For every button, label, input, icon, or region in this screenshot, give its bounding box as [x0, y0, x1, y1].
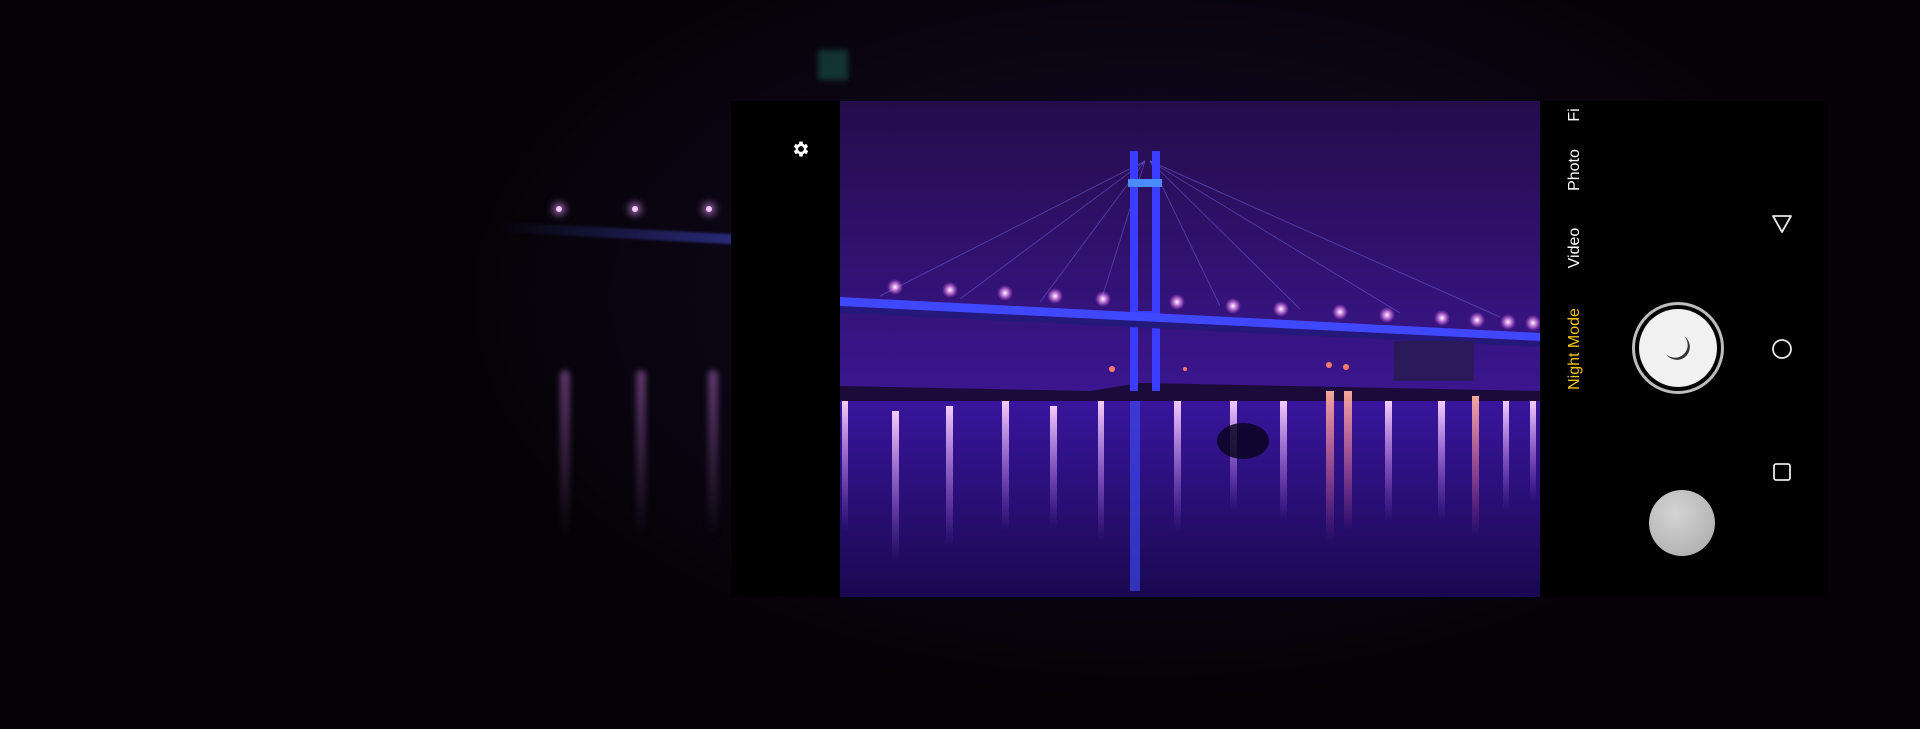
blurred-reflection: [636, 370, 646, 540]
recents-button[interactable]: [1767, 457, 1797, 487]
back-button[interactable]: [1767, 209, 1797, 239]
blurred-lamp: [706, 206, 712, 212]
camera-viewfinder[interactable]: [840, 101, 1540, 597]
gallery-thumbnail[interactable]: [1649, 490, 1715, 556]
blurred-lamp: [632, 206, 638, 212]
square-recents-icon: [1773, 463, 1791, 481]
mode-selector: Fi Photo Video Night Mode: [1540, 101, 1610, 597]
settings-button[interactable]: [789, 137, 813, 161]
blurred-lamp: [556, 206, 562, 212]
blurred-tower: [818, 50, 848, 80]
triangle-back-icon: [1772, 215, 1792, 233]
circle-home-icon: [1772, 339, 1792, 359]
shutter-button[interactable]: [1632, 302, 1724, 394]
mode-night[interactable]: Night Mode: [1566, 308, 1584, 390]
blurred-reflection: [708, 370, 718, 540]
top-control-bar: [731, 101, 840, 597]
gear-icon: [793, 141, 809, 157]
moon-icon: [1666, 336, 1690, 360]
shutter-face: [1639, 309, 1717, 387]
blurred-bridge: [499, 222, 760, 246]
scene-bridge-night: [840, 101, 1540, 597]
mode-partial[interactable]: Fi: [1566, 108, 1584, 121]
mode-photo[interactable]: Photo: [1566, 149, 1584, 191]
mode-video[interactable]: Video: [1566, 228, 1584, 269]
system-nav-bar: [1737, 101, 1828, 597]
blurred-reflection: [560, 370, 570, 540]
shutter-panel: [1610, 101, 1724, 597]
camera-app: Fi Photo Video Night Mode: [731, 101, 1828, 597]
home-button[interactable]: [1767, 334, 1797, 364]
